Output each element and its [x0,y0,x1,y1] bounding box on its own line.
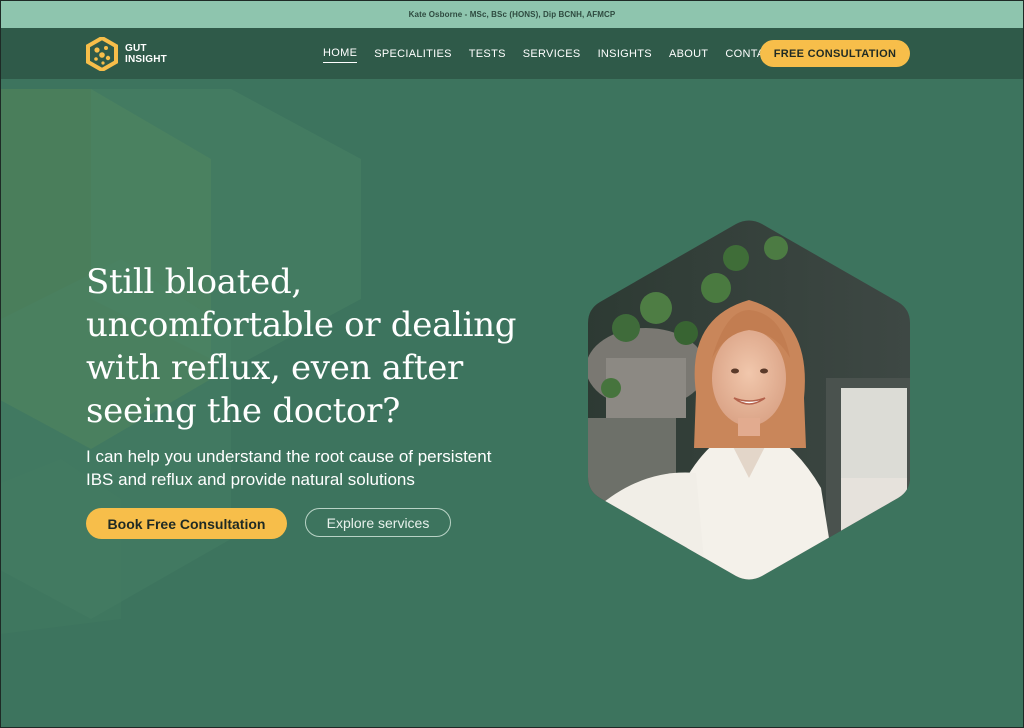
hero-section: Still bloated, uncomfortable or dealing … [1,79,1023,727]
page-frame: Kate Osborne - MSc, BSc (HONS), Dip BCNH… [0,0,1024,728]
credentials-bar: Kate Osborne - MSc, BSc (HONS), Dip BCNH… [1,1,1023,28]
free-consultation-button[interactable]: FREE CONSULTATION [760,40,910,67]
portrait-photo [588,220,910,580]
headline-line-1: Still bloated, [86,262,302,302]
explore-services-button[interactable]: Explore services [305,508,451,537]
headline-line-4: seeing the doctor? [86,391,401,431]
credentials-text: Kate Osborne - MSc, BSc (HONS), Dip BCNH… [408,10,616,19]
nav-item-about[interactable]: ABOUT [669,45,708,63]
headline-line-3: with reflux, even after [86,348,464,388]
subtext-line-1: I can help you understand the root cause… [86,447,492,466]
nav-item-insights[interactable]: INSIGHTS [598,45,652,63]
hexagon-logo-icon [85,37,119,71]
site-logo[interactable]: GUT INSIGHT [85,36,175,72]
subtext-line-2: IBS and reflux and provide natural solut… [86,470,415,489]
hero-subtext: I can help you understand the root cause… [86,445,576,491]
main-navbar: GUT INSIGHT HOME SPECIALITIES TESTS SERV… [1,28,1023,79]
logo-wordmark: GUT INSIGHT [125,43,167,65]
logo-line-1: GUT [125,43,147,54]
nav-item-home[interactable]: HOME [323,44,358,63]
logo-line-2: INSIGHT [125,54,167,65]
book-consultation-button[interactable]: Book Free Consultation [86,508,287,539]
hero-headline: Still bloated, uncomfortable or dealing … [86,261,566,433]
headline-line-2: uncomfortable or dealing [86,305,517,345]
nav-menu: HOME SPECIALITIES TESTS SERVICES INSIGHT… [323,28,797,79]
nav-item-services[interactable]: SERVICES [523,45,581,63]
nav-item-tests[interactable]: TESTS [469,45,506,63]
nav-item-specialities[interactable]: SPECIALITIES [374,45,452,63]
